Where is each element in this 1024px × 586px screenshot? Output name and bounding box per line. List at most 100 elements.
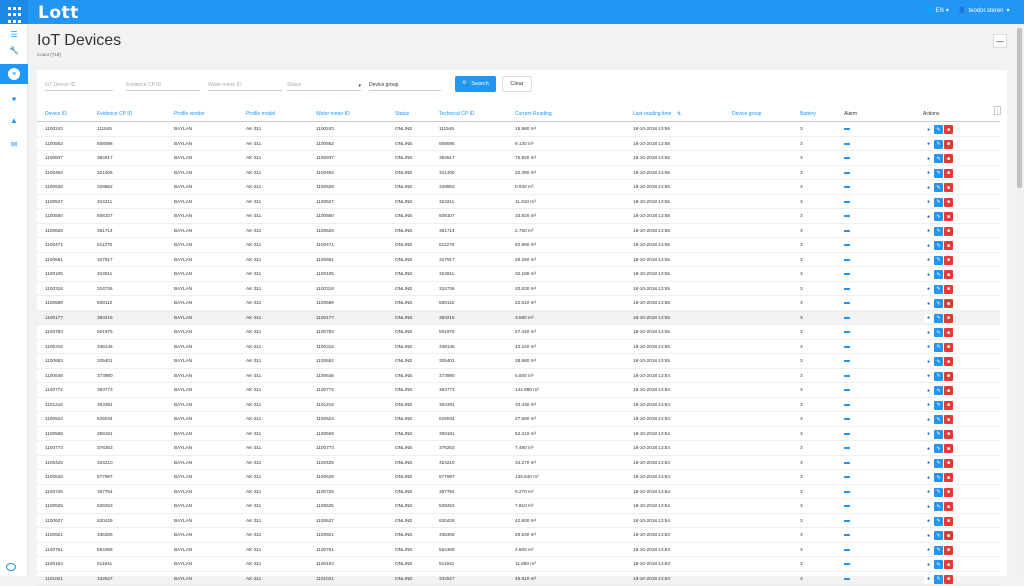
trash-icon[interactable]: ■	[944, 372, 953, 381]
trash-icon[interactable]: ■	[944, 459, 953, 468]
table-row[interactable]: 1100773376263BAYLANAK-3111100773ONLINE37…	[37, 441, 1000, 456]
column-header[interactable]: Status	[395, 107, 409, 122]
column-header[interactable]: Profile model	[246, 107, 275, 122]
trash-icon[interactable]: ■	[944, 198, 953, 207]
sort-icon[interactable]: ⇅	[677, 107, 681, 122]
edit-icon[interactable]: ✎	[934, 560, 943, 569]
edit-icon[interactable]: ✎	[934, 154, 943, 163]
table-row[interactable]: 1100568359191BAYLANAK-3111100568ONLINE35…	[37, 427, 1000, 442]
eye-icon[interactable]: ●	[924, 560, 933, 569]
eye-icon[interactable]: ●	[924, 459, 933, 468]
mail-icon[interactable]: ✉	[0, 134, 28, 154]
edit-icon[interactable]: ✎	[934, 444, 943, 453]
trash-icon[interactable]: ■	[944, 444, 953, 453]
iot-device-id-input[interactable]: IoT Device ID	[45, 78, 113, 91]
table-row[interactable]: 1100648373980BAYLANAK-3111100648ONLINE37…	[37, 369, 1000, 384]
trash-icon[interactable]: ■	[944, 212, 953, 221]
car-icon[interactable]: ▲	[0, 110, 28, 130]
table-row[interactable]: 1100625529253BAYLANAK-3111100625ONLINE52…	[37, 499, 1000, 514]
trash-icon[interactable]: ■	[944, 227, 953, 236]
column-header[interactable]: Alarm	[844, 107, 857, 122]
app-logo[interactable]: Lott	[38, 3, 79, 23]
edit-icon[interactable]: ✎	[934, 459, 943, 468]
edit-icon[interactable]: ✎	[934, 517, 943, 526]
eye-icon[interactable]: ●	[924, 212, 933, 221]
column-header[interactable]: Actions	[923, 107, 939, 122]
edit-icon[interactable]: ✎	[934, 328, 943, 337]
eye-icon[interactable]: ●	[924, 415, 933, 424]
eye-icon[interactable]: ●	[924, 372, 933, 381]
edit-icon[interactable]: ✎	[934, 372, 943, 381]
eye-icon[interactable]: ●	[924, 473, 933, 482]
water-meter-id-input[interactable]: Water meter ID	[208, 78, 282, 91]
trash-icon[interactable]: ■	[944, 270, 953, 279]
eye-icon[interactable]: ●	[924, 430, 933, 439]
sidebar-item-iot-devices[interactable]: ≡	[0, 64, 28, 84]
table-row[interactable]: 1100318324736BAYLANAK-3111100318ONLINE32…	[37, 282, 1000, 297]
eye-icon[interactable]: ●	[924, 256, 933, 265]
column-header[interactable]: Current Reading	[515, 107, 552, 122]
edit-icon[interactable]: ✎	[934, 140, 943, 149]
edit-icon[interactable]: ✎	[934, 430, 943, 439]
column-header[interactable]: Technical CP ID	[439, 107, 474, 122]
table-row[interactable]: 1100651327917BAYLANAK-3111100651ONLINE32…	[37, 253, 1000, 268]
column-header[interactable]: Device ID	[45, 107, 67, 122]
trash-icon[interactable]: ■	[944, 241, 953, 250]
edit-icon[interactable]: ✎	[934, 212, 943, 221]
table-row[interactable]: 1100783501975BAYLANAK-3111100783ONLINE50…	[37, 325, 1000, 340]
edit-icon[interactable]: ✎	[934, 125, 943, 134]
table-row[interactable]: 1100627620429BAYLANAK-3111100627ONLINE62…	[37, 514, 1000, 529]
edit-icon[interactable]: ✎	[934, 198, 943, 207]
trash-icon[interactable]: ■	[944, 401, 953, 410]
edit-icon[interactable]: ✎	[934, 531, 943, 540]
edit-icon[interactable]: ✎	[934, 415, 943, 424]
info-icon[interactable]: ●	[0, 88, 28, 108]
device-group-input[interactable]: Device group	[369, 78, 441, 91]
edit-icon[interactable]: ✎	[934, 386, 943, 395]
edit-icon[interactable]: ✎	[934, 256, 943, 265]
eye-icon[interactable]: ●	[924, 502, 933, 511]
trash-icon[interactable]: ■	[944, 560, 953, 569]
user-menu[interactable]: 👤 teodor.steren ▾	[958, 7, 1010, 14]
collapse-button[interactable]: —	[993, 34, 1007, 48]
edit-icon[interactable]: ✎	[934, 241, 943, 250]
edit-icon[interactable]: ✎	[934, 227, 943, 236]
edit-icon[interactable]: ✎	[934, 401, 943, 410]
trash-icon[interactable]: ■	[944, 546, 953, 555]
eye-icon[interactable]: ●	[924, 401, 933, 410]
table-row[interactable]: 1100177383215BAYLANAK-3111100177ONLINE38…	[37, 311, 1000, 326]
eye-icon[interactable]: ●	[924, 386, 933, 395]
table-row[interactable]: 1100562508096BAYLANAK-3111100562ONLINE50…	[37, 137, 1000, 152]
column-header[interactable]: Battery	[800, 107, 816, 122]
trash-icon[interactable]: ■	[944, 183, 953, 192]
column-header[interactable]: Evidence CP ID	[97, 107, 132, 122]
trash-icon[interactable]: ■	[944, 343, 953, 352]
settings-icon[interactable]	[6, 563, 16, 571]
language-selector[interactable]: 🌐 EN ▾	[926, 7, 949, 14]
eye-icon[interactable]: ●	[924, 169, 933, 178]
eye-icon[interactable]: ●	[924, 517, 933, 526]
trash-icon[interactable]: ■	[944, 314, 953, 323]
trash-icon[interactable]: ■	[944, 531, 953, 540]
column-header[interactable]: Device group	[732, 107, 761, 122]
trash-icon[interactable]: ■	[944, 502, 953, 511]
edit-icon[interactable]: ✎	[934, 299, 943, 308]
column-header[interactable]: Profile vendor	[174, 107, 205, 122]
eye-icon[interactable]: ●	[924, 444, 933, 453]
eye-icon[interactable]: ●	[924, 488, 933, 497]
table-row[interactable]: 1100315338146BAYLANAK-3111100315ONLINE33…	[37, 340, 1000, 355]
table-row[interactable]: 1100837384617BAYLANAK-3111100837ONLINE38…	[37, 151, 1000, 166]
eye-icon[interactable]: ●	[924, 546, 933, 555]
eye-icon[interactable]: ●	[924, 357, 933, 366]
trash-icon[interactable]: ■	[944, 473, 953, 482]
table-row[interactable]: 1100652325401BAYLANAK-3111100652ONLINE32…	[37, 354, 1000, 369]
evidence-cp-id-input[interactable]: Evidence CP ID	[126, 78, 200, 91]
edit-icon[interactable]: ✎	[934, 343, 943, 352]
eye-icon[interactable]: ●	[924, 241, 933, 250]
table-row[interactable]: 1101216363391BAYLANAK-3111101216ONLINE36…	[37, 398, 1000, 413]
trash-icon[interactable]: ■	[944, 517, 953, 526]
eye-icon[interactable]: ●	[924, 227, 933, 236]
trash-icon[interactable]: ■	[944, 357, 953, 366]
table-row[interactable]: 1100560508107BAYLANAK-3111100560ONLINE50…	[37, 209, 1000, 224]
table-row[interactable]: 1100726357754BAYLANAK-3111100726ONLINE35…	[37, 485, 1000, 500]
